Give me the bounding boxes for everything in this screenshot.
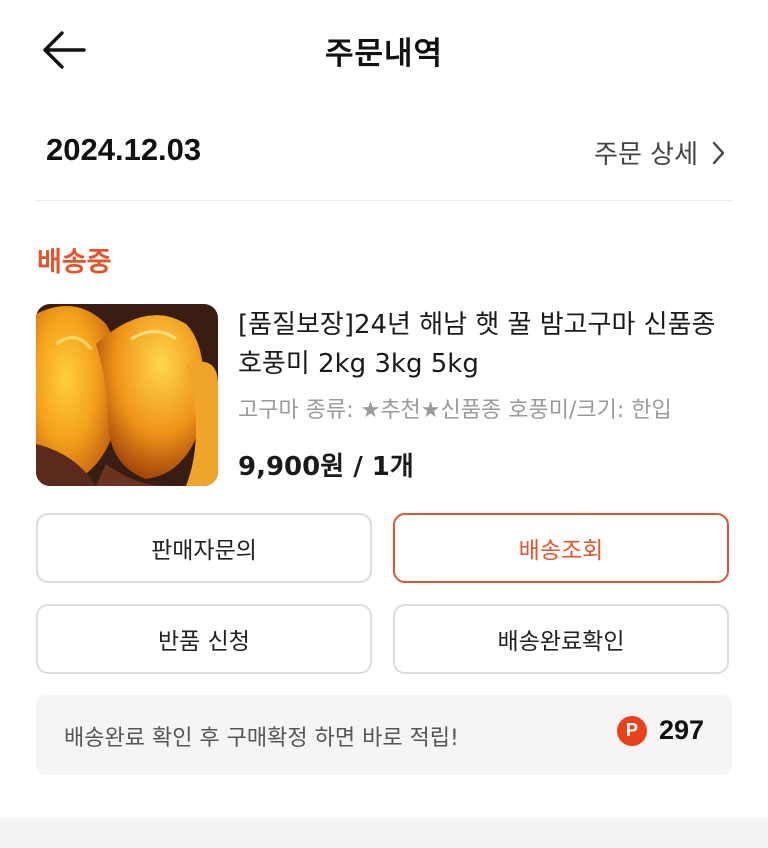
point-icon: P	[616, 715, 647, 746]
order-detail-label: 주문 상세	[594, 140, 698, 170]
order-date: 2024.12.03	[46, 132, 202, 167]
delivery-status: 배송중	[37, 247, 112, 278]
section-separator	[0, 818, 768, 848]
product-item[interactable]: [품질보장]24년 해남 햇 꿀 밤고구마 신품종 호풍미 2kg 3kg 5k…	[36, 304, 736, 488]
return-request-button[interactable]: 반품 신청	[36, 604, 372, 674]
product-price: 9,900원 / 1개	[238, 452, 414, 482]
seller-inquiry-button[interactable]: 판매자문의	[36, 513, 372, 583]
product-option: 고구마 종류: ★추천★신품종 호풍미/크기: 한입	[238, 398, 672, 423]
top-bar: 주문내역	[0, 0, 768, 100]
product-thumbnail[interactable]	[36, 304, 218, 486]
points-message: 배송완료 확인 후 구매확정 하면 바로 적립!	[64, 726, 459, 751]
chevron-right-icon	[712, 141, 725, 164]
order-detail-link[interactable]: 주문 상세	[594, 134, 726, 171]
points-banner: 배송완료 확인 후 구매확정 하면 바로 적립! P 297	[36, 695, 732, 775]
track-delivery-button[interactable]: 배송조회	[393, 513, 729, 583]
product-title[interactable]: [품질보장]24년 해남 햇 꿀 밤고구마 신품종 호풍미 2kg 3kg 5k…	[238, 306, 728, 384]
sweet-potato-image	[36, 304, 218, 486]
points-value-group: P 297	[616, 715, 704, 746]
divider	[36, 200, 732, 201]
confirm-delivery-button[interactable]: 배송완료확인	[393, 604, 729, 674]
page-title: 주문내역	[324, 36, 444, 72]
points-value: 297	[658, 715, 704, 745]
order-summary-row: 2024.12.03 주문 상세	[36, 120, 732, 184]
